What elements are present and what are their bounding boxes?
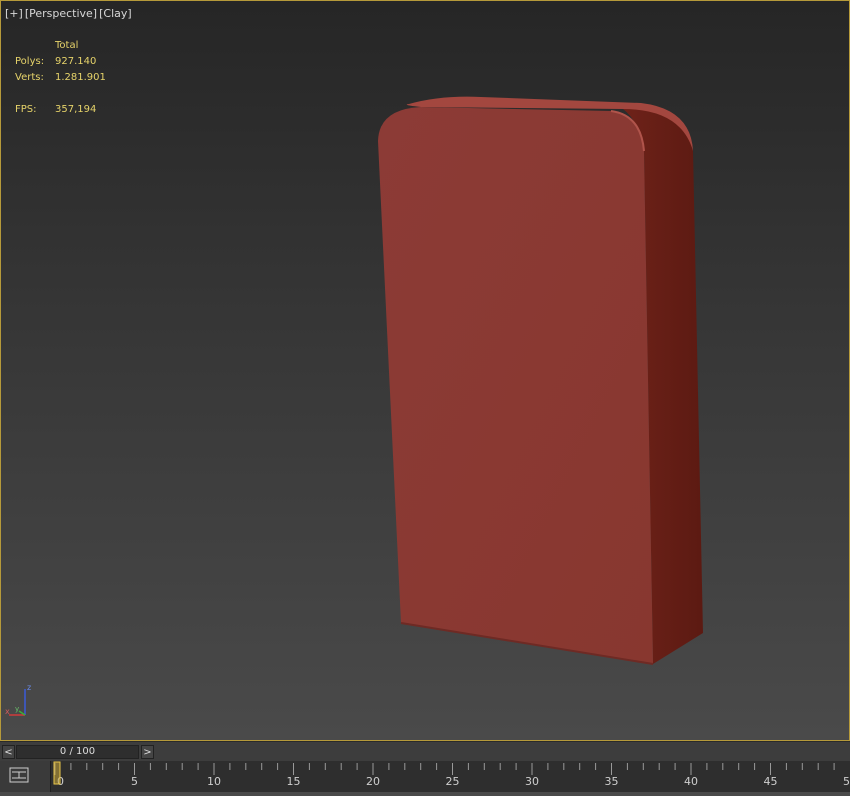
perspective-viewport[interactable]: [+] [Perspective] [Clay] Total Polys: 927.1… xyxy=(0,0,850,741)
frame-ruler-ticks: 05101520253035404550 xyxy=(53,761,850,788)
ruler-label-5: 5 xyxy=(131,775,138,788)
ruler-label-40: 40 xyxy=(684,775,698,788)
previous-frame-button[interactable]: < xyxy=(2,745,15,759)
track-bar: 05101520253035404550 xyxy=(0,761,850,796)
frame-ruler[interactable]: 05101520253035404550 xyxy=(50,761,850,793)
ruler-label-30: 30 xyxy=(525,775,539,788)
axis-x-label: x xyxy=(5,707,10,716)
time-slider-bar: < 0 / 100 > xyxy=(0,741,850,762)
axis-z-label: z xyxy=(27,683,31,692)
ruler-label-45: 45 xyxy=(764,775,778,788)
model-front-face xyxy=(378,107,653,664)
ruler-label-35: 35 xyxy=(605,775,619,788)
ruler-label-50: 50 xyxy=(843,775,850,788)
ruler-label-10: 10 xyxy=(207,775,221,788)
ruler-label-25: 25 xyxy=(446,775,460,788)
axis-gizmo-icon: z x y xyxy=(5,683,31,716)
key-filter-icon[interactable] xyxy=(8,766,30,784)
ruler-label-15: 15 xyxy=(287,775,301,788)
bottom-strip xyxy=(0,792,850,796)
3d-box-model[interactable] xyxy=(1,1,850,741)
axis-y-label: y xyxy=(15,705,19,713)
ruler-label-20: 20 xyxy=(366,775,380,788)
time-slider[interactable]: 0 / 100 xyxy=(16,745,139,759)
current-frame-marker[interactable] xyxy=(53,761,61,785)
next-frame-button[interactable]: > xyxy=(141,745,154,759)
